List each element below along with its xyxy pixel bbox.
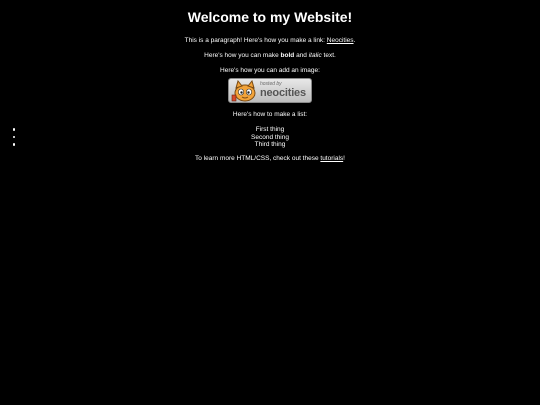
neocities-link[interactable]: Neocities bbox=[327, 37, 354, 44]
hosted-by-neocities-badge[interactable]: hosted by neocities bbox=[228, 78, 312, 103]
badge-big-text: neocities bbox=[260, 87, 306, 99]
list-item: First thing bbox=[0, 126, 540, 134]
paragraph-tutorials: To learn more HTML/CSS, check out these … bbox=[0, 155, 540, 163]
list-item: Second thing bbox=[0, 134, 540, 142]
paragraph-text-mid: and bbox=[294, 52, 309, 59]
list-item-label: Second thing bbox=[251, 133, 289, 141]
neocities-cat-icon bbox=[231, 80, 256, 102]
paragraph-text-end: text. bbox=[321, 52, 336, 59]
bullet-icon bbox=[13, 128, 16, 131]
page: Welcome to my Website! This is a paragra… bbox=[0, 0, 540, 405]
list-item-label: First thing bbox=[255, 126, 285, 133]
badge-container: hosted by neocities bbox=[0, 78, 540, 104]
paragraph-text: To learn more HTML/CSS, check out these bbox=[195, 154, 321, 162]
bullet-icon bbox=[13, 135, 16, 139]
bold-text: bold bbox=[280, 52, 295, 59]
italic-text: italic bbox=[308, 52, 322, 59]
tutorials-link[interactable]: tutorials bbox=[320, 155, 343, 162]
paragraph-text: Here's how you can make bbox=[204, 52, 281, 59]
page-title: Welcome to my Website! bbox=[187, 9, 353, 25]
bullet-icon bbox=[13, 143, 16, 146]
paragraph-list-intro: Here's how to make a list: bbox=[232, 111, 308, 118]
paragraph-text: This is a paragraph! Here's how you make… bbox=[184, 37, 327, 44]
paragraph-text-end: . bbox=[353, 37, 356, 44]
paragraph-image-intro: Here's how you can add an image: bbox=[220, 67, 320, 74]
list-item: Third thing bbox=[0, 141, 540, 149]
list-item-label: Third thing bbox=[254, 141, 286, 148]
paragraph-text-end: ! bbox=[343, 154, 345, 162]
paragraph-formatting: Here's how you can make bold and italic … bbox=[0, 52, 540, 60]
thing-list: First thing Second thing Third thing bbox=[0, 126, 540, 149]
paragraph-link: This is a paragraph! Here's how you make… bbox=[0, 37, 540, 45]
